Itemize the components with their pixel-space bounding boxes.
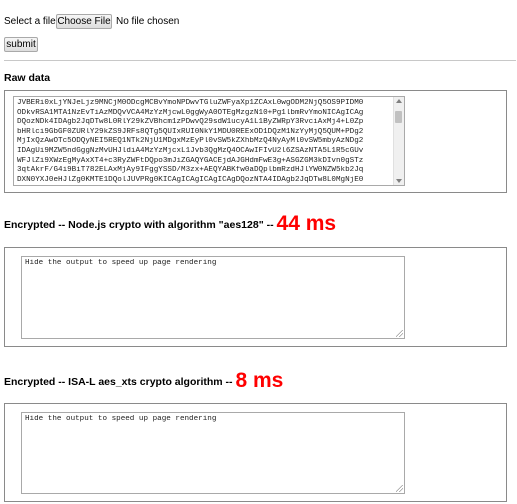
raw-data-line: 3qtAkrF/G4i9BiT782ELAxMjAy9IFggYSSD/M3zx… [17,166,364,175]
raw-data-line: bHRlci9GbGF0ZURlY29kZS9JRFs8QTg5QUIxRUI0… [17,127,364,136]
raw-data-line: DXN0YXJ0eHJlZg0KMTE1DQolJUVPRg0KICAgICAg… [17,175,364,184]
choose-file-button[interactable]: Choose File [56,14,112,29]
resize-handle-icon[interactable] [396,485,403,492]
scroll-down-icon[interactable] [396,179,402,183]
divider [4,60,516,61]
node-output-placeholder: Hide the output to speed up page renderi… [25,259,217,267]
isal-crypto-heading: Encrypted -- ISA-L aes_xts crypto algori… [4,369,283,393]
raw-data-line: MjIxQzAwOTc5ODQyNEI5REQ1NTk2NjU1MDgxMzEy… [17,137,364,146]
node-crypto-heading: Encrypted -- Node.js crypto with algorit… [4,212,336,236]
isal-output-container: Hide the output to speed up page renderi… [4,403,507,502]
isal-crypto-heading-text: Encrypted -- ISA-L aes_xts crypto algori… [4,376,233,388]
raw-data-line: IDAgUi9MZW5ndGggNzMvUHJldiA4MzYzMjcxL1Jv… [17,146,364,155]
isal-output-textarea[interactable]: Hide the output to speed up page renderi… [21,412,405,494]
raw-data-heading: Raw data [4,72,51,84]
raw-data-line: JVBERi0xLjYNJeLjz9MNCjM0ODcgMCBvYmoNPDwv… [17,99,364,107]
select-file-label: Select a file: [4,16,59,27]
raw-data-textarea[interactable]: JVBERi0xLjYNJeLjz9MNCjM0ODcgMCBvYmoNPDwv… [13,96,405,186]
resize-handle-icon[interactable] [396,330,403,337]
scrollbar-thumb[interactable] [395,111,402,123]
node-crypto-heading-text: Encrypted -- Node.js crypto with algorit… [4,219,274,231]
isal-output-placeholder: Hide the output to speed up page renderi… [25,415,217,423]
raw-data-container: JVBERi0xLjYNJeLjz9MNCjM0ODcgMCBvYmoNPDwv… [4,90,507,193]
node-output-textarea[interactable]: Hide the output to speed up page renderi… [21,256,405,339]
isal-crypto-timing: 8 ms [235,369,284,392]
scroll-up-icon[interactable] [396,99,402,103]
raw-data-line: DQozNDk4IDAgb2JqDTw8L0RlY29kZVBhcm1zPDwv… [17,118,364,127]
node-crypto-timing: 44 ms [276,212,337,235]
raw-data-line: WFJlZi9XWzEgMyAxXT4+c3RyZWFtDQpo3mJiZGAQ… [17,156,364,165]
raw-data-line: ODkvRSA1MTA1NzEvTiAzMDQvVCA4MzYzMjcwL0gg… [17,108,364,117]
vertical-scrollbar[interactable] [393,97,404,185]
file-status-text: No file chosen [116,16,180,27]
node-output-container: Hide the output to speed up page renderi… [4,247,507,347]
submit-button[interactable]: submit [4,37,38,52]
